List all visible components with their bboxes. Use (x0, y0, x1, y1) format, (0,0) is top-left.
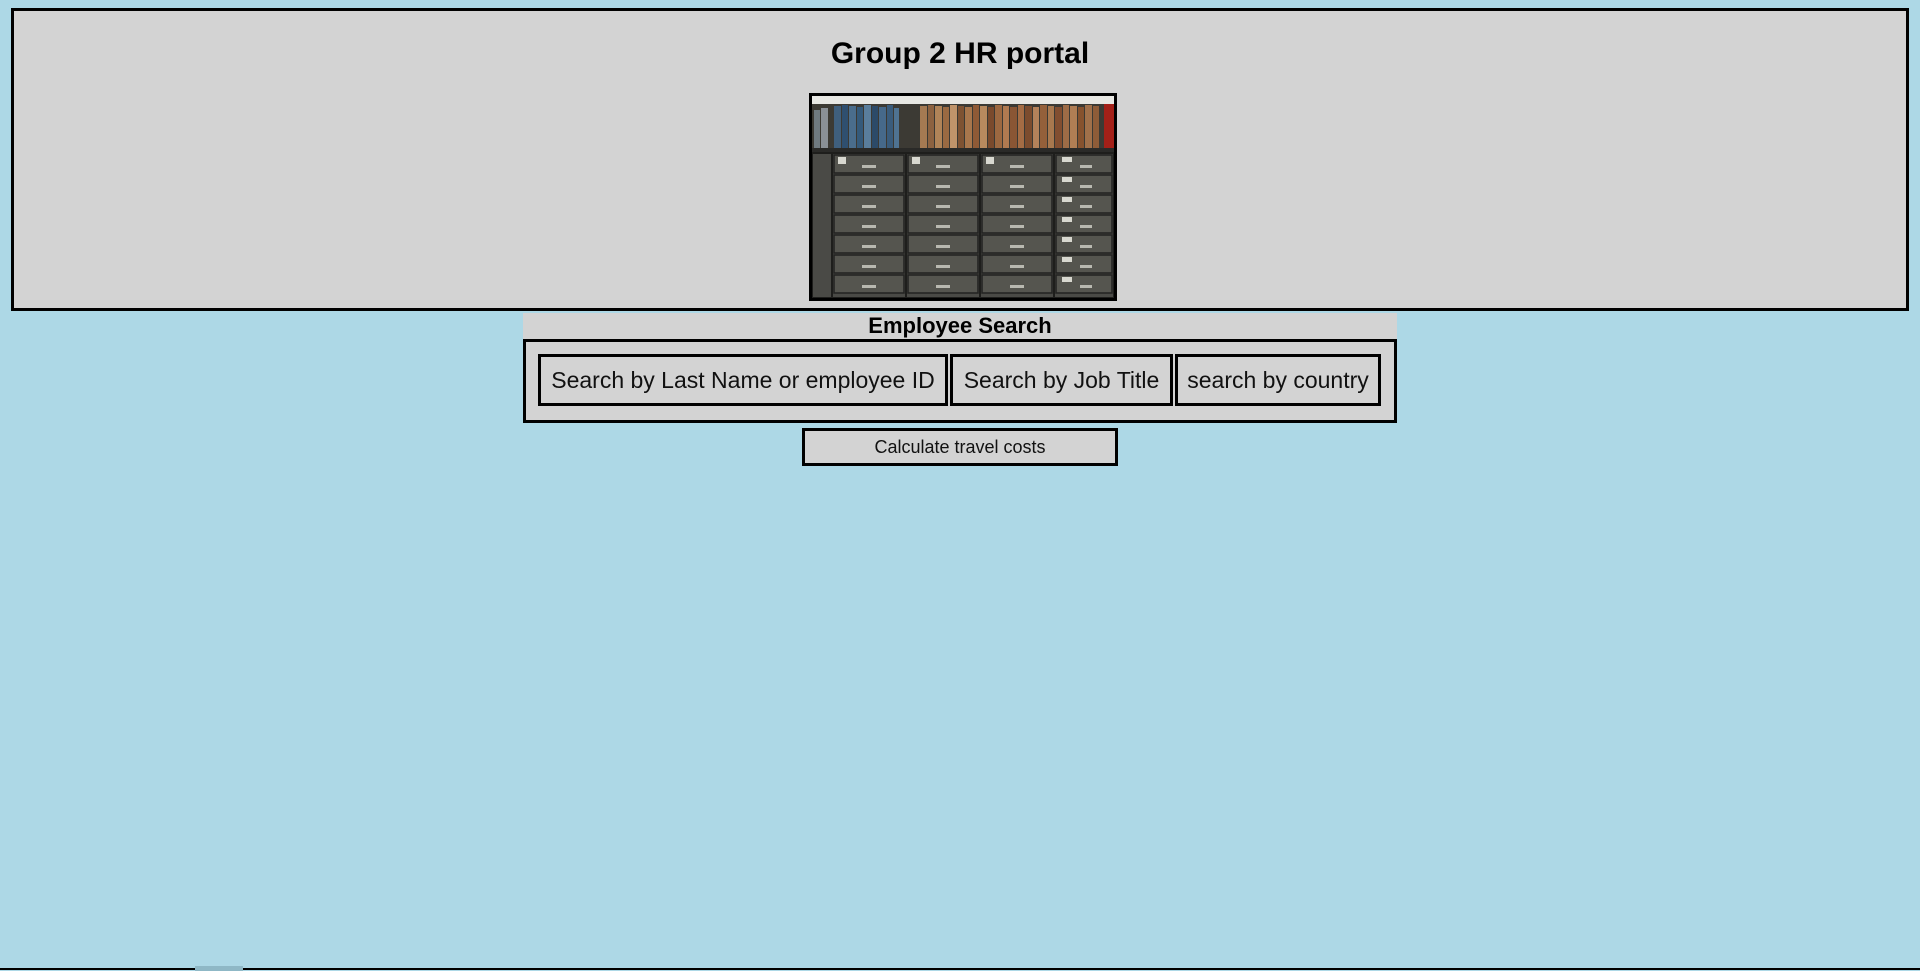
search-by-country-button[interactable]: search by country (1175, 354, 1381, 406)
search-by-last-name-button[interactable]: Search by Last Name or employee ID (538, 354, 948, 406)
employee-search-heading: Employee Search (868, 313, 1052, 338)
search-by-job-title-button[interactable]: Search by Job Title (950, 354, 1173, 406)
filing-cabinets-icon (812, 96, 1114, 298)
employee-search-panel: Employee Search Search by Last Name or e… (523, 313, 1397, 423)
header-panel: Group 2 HR portal (11, 8, 1909, 311)
bottom-scroll-indicator (195, 966, 243, 971)
filing-cabinets-image (809, 93, 1117, 301)
bottom-divider (0, 968, 1920, 970)
search-button-group: Search by Last Name or employee ID Searc… (523, 339, 1397, 423)
calculate-travel-costs-button[interactable]: Calculate travel costs (802, 428, 1118, 466)
page-title: Group 2 HR portal (830, 37, 1090, 70)
